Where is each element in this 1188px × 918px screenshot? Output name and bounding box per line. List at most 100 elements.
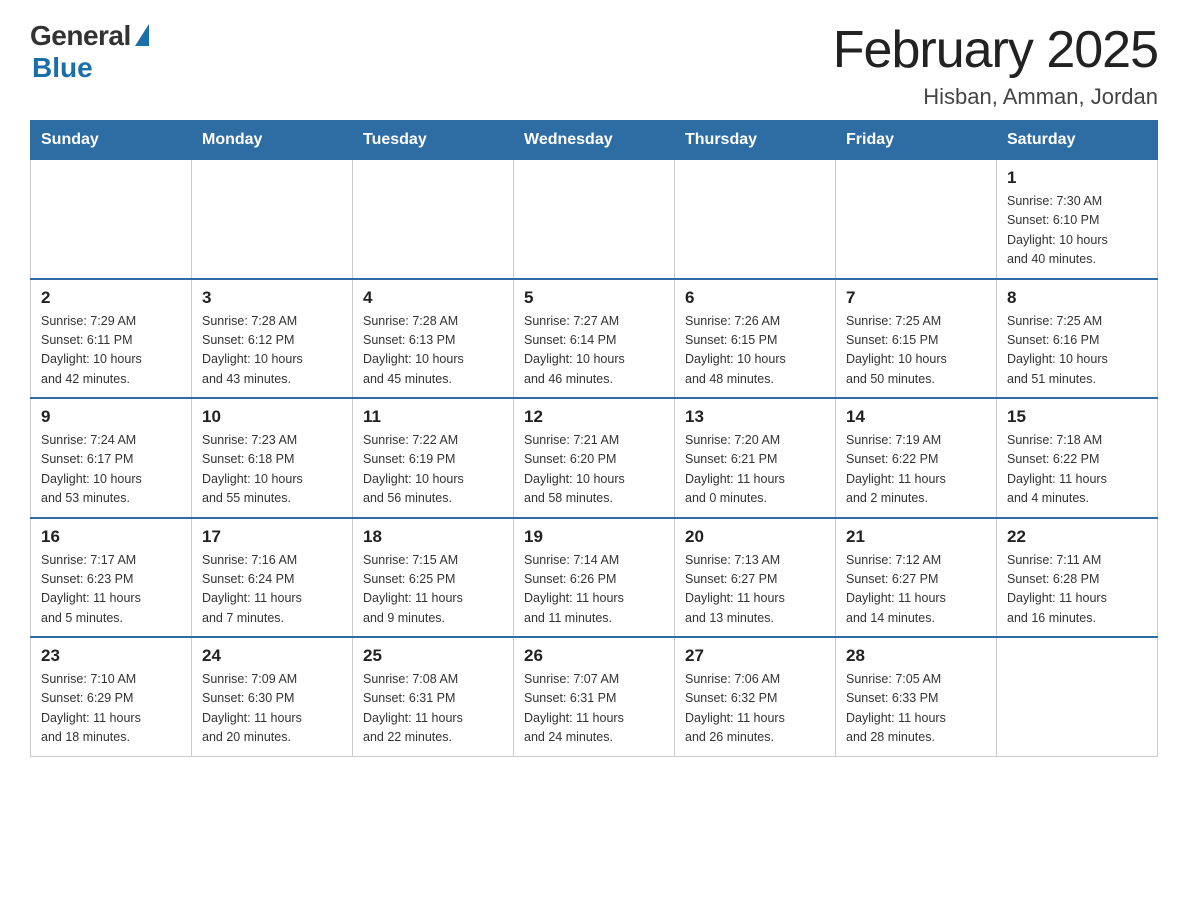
day-info: Sunrise: 7:09 AM Sunset: 6:30 PM Dayligh… [202, 670, 342, 748]
calendar-day-cell: 4 Sunrise: 7:28 AM Sunset: 6:13 PM Daylig… [353, 279, 514, 399]
weekday-header-tuesday: Tuesday [353, 121, 514, 160]
day-info: Sunrise: 7:26 AM Sunset: 6:15 PM Dayligh… [685, 312, 825, 390]
calendar-day-cell: 27 Sunrise: 7:06 AM Sunset: 6:32 PM Dayli… [675, 637, 836, 756]
location-title: Hisban, Amman, Jordan [833, 84, 1158, 110]
header: General Blue February 2025 Hisban, Amman… [30, 20, 1158, 110]
day-number: 5 [524, 288, 664, 308]
calendar-day-cell [997, 637, 1158, 756]
day-number: 27 [685, 646, 825, 666]
calendar-day-cell: 1Sunrise: 7:30 AM Sunset: 6:10 PM Daylig… [997, 160, 1158, 279]
day-number: 18 [363, 527, 503, 547]
day-info: Sunrise: 7:11 AM Sunset: 6:28 PM Dayligh… [1007, 551, 1147, 629]
calendar-day-cell [353, 160, 514, 279]
weekday-header-thursday: Thursday [675, 121, 836, 160]
calendar-week-row: 9 Sunrise: 7:24 AM Sunset: 6:17 PM Daylig… [31, 398, 1158, 518]
day-info: Sunrise: 7:27 AM Sunset: 6:14 PM Dayligh… [524, 312, 664, 390]
day-number: 15 [1007, 407, 1147, 427]
weekday-header-monday: Monday [192, 121, 353, 160]
calendar-day-cell [836, 160, 997, 279]
calendar-day-cell: 5 Sunrise: 7:27 AM Sunset: 6:14 PM Daylig… [514, 279, 675, 399]
calendar-day-cell: 3 Sunrise: 7:28 AM Sunset: 6:12 PM Daylig… [192, 279, 353, 399]
weekday-header-wednesday: Wednesday [514, 121, 675, 160]
day-number: 2 [41, 288, 181, 308]
calendar-day-cell: 8 Sunrise: 7:25 AM Sunset: 6:16 PM Daylig… [997, 279, 1158, 399]
calendar-day-cell [675, 160, 836, 279]
calendar-day-cell: 23Sunrise: 7:10 AM Sunset: 6:29 PM Dayli… [31, 637, 192, 756]
day-number: 21 [846, 527, 986, 547]
day-info: Sunrise: 7:12 AM Sunset: 6:27 PM Dayligh… [846, 551, 986, 629]
day-info: Sunrise: 7:05 AM Sunset: 6:33 PM Dayligh… [846, 670, 986, 748]
calendar-day-cell [31, 160, 192, 279]
day-number: 26 [524, 646, 664, 666]
day-number: 16 [41, 527, 181, 547]
calendar-day-cell [514, 160, 675, 279]
calendar-day-cell: 12 Sunrise: 7:21 AM Sunset: 6:20 PM Dayli… [514, 398, 675, 518]
day-info: Sunrise: 7:19 AM Sunset: 6:22 PM Dayligh… [846, 431, 986, 509]
weekday-header-sunday: Sunday [31, 121, 192, 160]
day-number: 17 [202, 527, 342, 547]
day-number: 6 [685, 288, 825, 308]
day-number: 24 [202, 646, 342, 666]
day-info: Sunrise: 7:15 AM Sunset: 6:25 PM Dayligh… [363, 551, 503, 629]
day-number: 4 [363, 288, 503, 308]
day-info: Sunrise: 7:07 AM Sunset: 6:31 PM Dayligh… [524, 670, 664, 748]
day-info: Sunrise: 7:06 AM Sunset: 6:32 PM Dayligh… [685, 670, 825, 748]
day-number: 12 [524, 407, 664, 427]
day-info: Sunrise: 7:25 AM Sunset: 6:16 PM Dayligh… [1007, 312, 1147, 390]
day-number: 10 [202, 407, 342, 427]
logo-general-text: General [30, 20, 131, 52]
calendar-day-cell: 20 Sunrise: 7:13 AM Sunset: 6:27 PM Dayli… [675, 518, 836, 638]
calendar-day-cell: 21 Sunrise: 7:12 AM Sunset: 6:27 PM Dayli… [836, 518, 997, 638]
logo-blue-text: Blue [32, 52, 93, 84]
title-area: February 2025 Hisban, Amman, Jordan [833, 20, 1158, 110]
calendar-day-cell: 18 Sunrise: 7:15 AM Sunset: 6:25 PM Dayli… [353, 518, 514, 638]
day-number: 9 [41, 407, 181, 427]
day-info: Sunrise: 7:21 AM Sunset: 6:20 PM Dayligh… [524, 431, 664, 509]
calendar-day-cell: 9 Sunrise: 7:24 AM Sunset: 6:17 PM Daylig… [31, 398, 192, 518]
day-number: 3 [202, 288, 342, 308]
day-info: Sunrise: 7:08 AM Sunset: 6:31 PM Dayligh… [363, 670, 503, 748]
day-info: Sunrise: 7:17 AM Sunset: 6:23 PM Dayligh… [41, 551, 181, 629]
day-number: 25 [363, 646, 503, 666]
day-number: 8 [1007, 288, 1147, 308]
logo-triangle-icon [135, 24, 149, 46]
day-info: Sunrise: 7:28 AM Sunset: 6:12 PM Dayligh… [202, 312, 342, 390]
day-number: 20 [685, 527, 825, 547]
calendar-day-cell: 13Sunrise: 7:20 AM Sunset: 6:21 PM Dayli… [675, 398, 836, 518]
day-info: Sunrise: 7:18 AM Sunset: 6:22 PM Dayligh… [1007, 431, 1147, 509]
day-info: Sunrise: 7:29 AM Sunset: 6:11 PM Dayligh… [41, 312, 181, 390]
day-number: 14 [846, 407, 986, 427]
month-title: February 2025 [833, 20, 1158, 80]
weekday-header-saturday: Saturday [997, 121, 1158, 160]
day-info: Sunrise: 7:28 AM Sunset: 6:13 PM Dayligh… [363, 312, 503, 390]
calendar-day-cell [192, 160, 353, 279]
calendar-week-row: 16 Sunrise: 7:17 AM Sunset: 6:23 PM Dayli… [31, 518, 1158, 638]
day-info: Sunrise: 7:14 AM Sunset: 6:26 PM Dayligh… [524, 551, 664, 629]
day-number: 19 [524, 527, 664, 547]
calendar-day-cell: 25 Sunrise: 7:08 AM Sunset: 6:31 PM Dayli… [353, 637, 514, 756]
logo: General Blue [30, 20, 149, 84]
calendar-day-cell: 15 Sunrise: 7:18 AM Sunset: 6:22 PM Dayli… [997, 398, 1158, 518]
day-info: Sunrise: 7:22 AM Sunset: 6:19 PM Dayligh… [363, 431, 503, 509]
day-info: Sunrise: 7:16 AM Sunset: 6:24 PM Dayligh… [202, 551, 342, 629]
calendar-day-cell: 19 Sunrise: 7:14 AM Sunset: 6:26 PM Dayli… [514, 518, 675, 638]
day-info: Sunrise: 7:20 AM Sunset: 6:21 PM Dayligh… [685, 431, 825, 509]
calendar-day-cell: 24 Sunrise: 7:09 AM Sunset: 6:30 PM Dayli… [192, 637, 353, 756]
calendar-day-cell: 14 Sunrise: 7:19 AM Sunset: 6:22 PM Dayli… [836, 398, 997, 518]
weekday-header-row: SundayMondayTuesdayWednesdayThursdayFrid… [31, 121, 1158, 160]
day-info: Sunrise: 7:13 AM Sunset: 6:27 PM Dayligh… [685, 551, 825, 629]
day-info: Sunrise: 7:30 AM Sunset: 6:10 PM Dayligh… [1007, 192, 1147, 270]
day-number: 11 [363, 407, 503, 427]
day-number: 7 [846, 288, 986, 308]
day-info: Sunrise: 7:25 AM Sunset: 6:15 PM Dayligh… [846, 312, 986, 390]
weekday-header-friday: Friday [836, 121, 997, 160]
day-info: Sunrise: 7:24 AM Sunset: 6:17 PM Dayligh… [41, 431, 181, 509]
calendar-day-cell: 6 Sunrise: 7:26 AM Sunset: 6:15 PM Daylig… [675, 279, 836, 399]
day-number: 23 [41, 646, 181, 666]
calendar-day-cell: 11 Sunrise: 7:22 AM Sunset: 6:19 PM Dayli… [353, 398, 514, 518]
calendar-day-cell: 22Sunrise: 7:11 AM Sunset: 6:28 PM Dayli… [997, 518, 1158, 638]
day-number: 28 [846, 646, 986, 666]
calendar-day-cell: 17 Sunrise: 7:16 AM Sunset: 6:24 PM Dayli… [192, 518, 353, 638]
calendar-week-row: 23Sunrise: 7:10 AM Sunset: 6:29 PM Dayli… [31, 637, 1158, 756]
calendar-table: SundayMondayTuesdayWednesdayThursdayFrid… [30, 120, 1158, 757]
